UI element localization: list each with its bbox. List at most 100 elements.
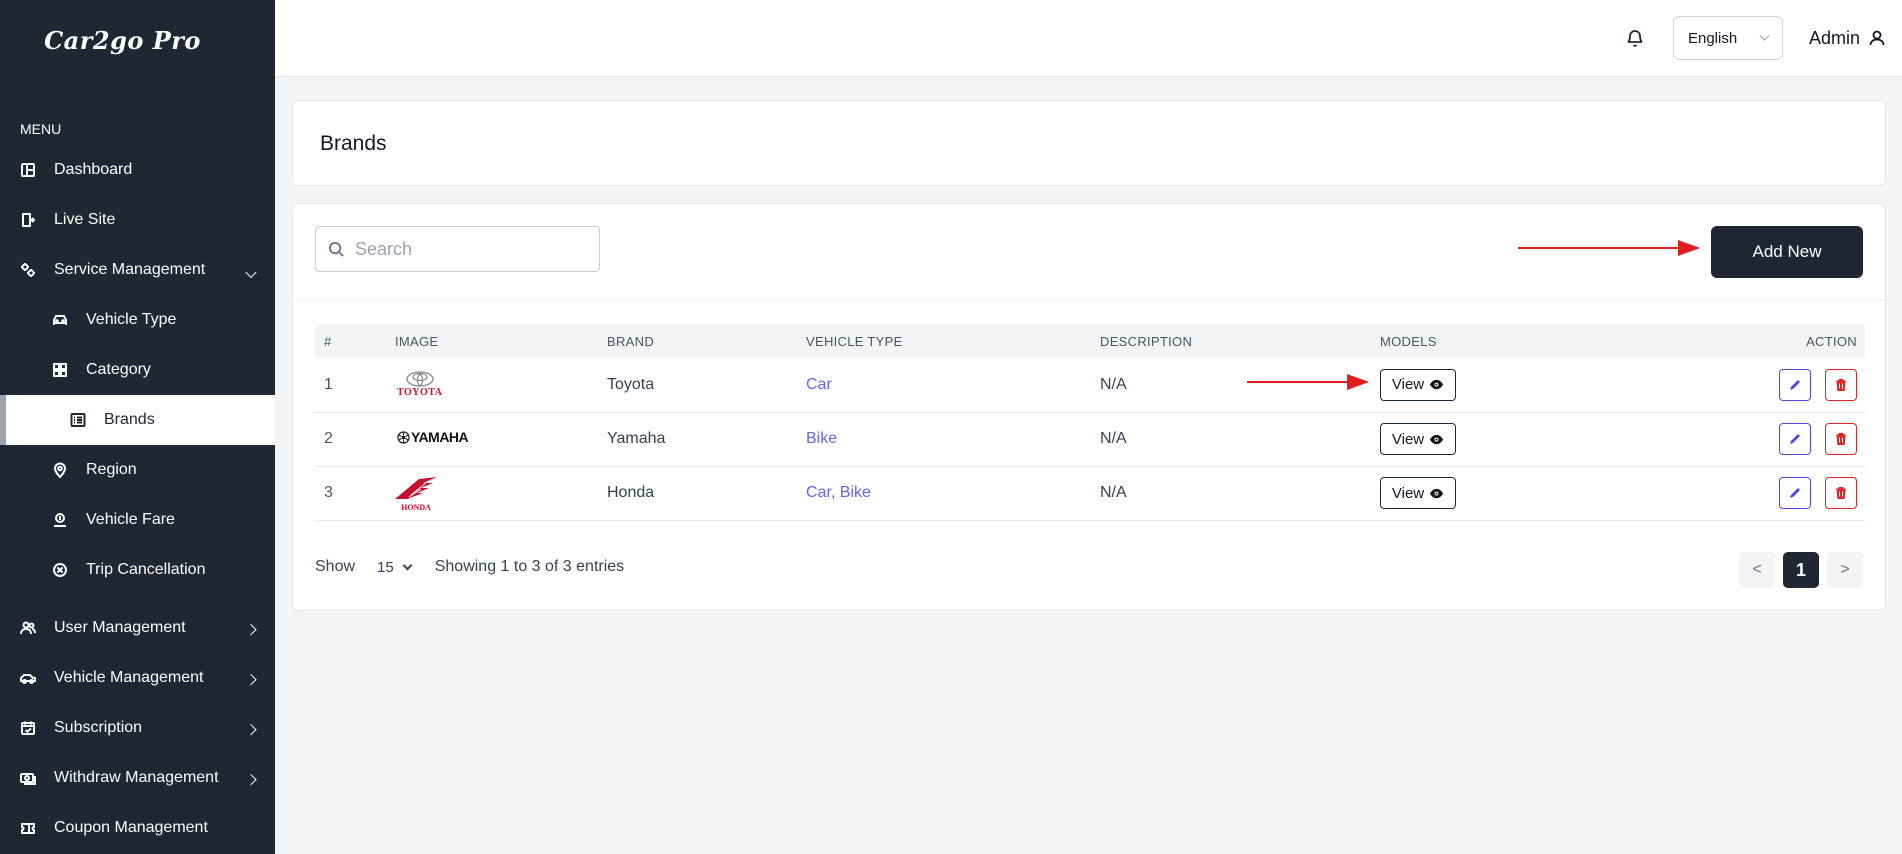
sidebar-item-trip-cancellation[interactable]: Trip Cancellation bbox=[0, 545, 275, 595]
sidebar-item-coupon-management[interactable]: Coupon Management bbox=[0, 803, 275, 853]
language-select[interactable]: English bbox=[1672, 16, 1783, 60]
money-hand-icon bbox=[52, 512, 68, 528]
sidebar-item-label: Vehicle Fare bbox=[86, 511, 175, 528]
column-header-brand: BRAND bbox=[607, 333, 655, 349]
table-row: 2 YAMAHA Yamaha Bike N/A View bbox=[315, 412, 1865, 466]
delete-button[interactable] bbox=[1825, 423, 1857, 455]
chevron-down-icon bbox=[1759, 30, 1770, 41]
brand-name: Yamaha bbox=[607, 430, 666, 447]
yamaha-wordmark: YAMAHA bbox=[411, 429, 469, 446]
models-cell: View bbox=[1380, 412, 1680, 466]
sidebar-item-dashboard[interactable]: Dashboard bbox=[0, 145, 275, 195]
toyota-wordmark: TOYOTA bbox=[397, 387, 443, 399]
column-header-index: # bbox=[324, 333, 332, 349]
map-pin-icon bbox=[52, 462, 68, 478]
sidebar-item-label: Brands bbox=[104, 411, 155, 428]
prev-page-button[interactable]: < bbox=[1739, 552, 1775, 588]
delete-button[interactable] bbox=[1825, 477, 1857, 509]
brand-image-cell: TOYOTA bbox=[395, 358, 607, 412]
brand-image-cell: YAMAHA bbox=[395, 412, 607, 466]
table-row: 1 TOYOTA Toyota Car N/A View bbox=[315, 358, 1865, 412]
sidebar-item-withdraw-management[interactable]: Withdraw Management bbox=[0, 753, 275, 803]
search-input[interactable] bbox=[355, 238, 585, 260]
app-logo[interactable]: Car2go Pro bbox=[0, 0, 275, 80]
door-exit-icon bbox=[20, 212, 36, 228]
sidebar-item-label: Subscription bbox=[54, 719, 143, 736]
view-label: View bbox=[1391, 376, 1425, 394]
dashboard-icon bbox=[20, 162, 36, 178]
edit-button[interactable] bbox=[1778, 477, 1811, 509]
action-cell bbox=[1680, 466, 1865, 520]
yamaha-logo: YAMAHA bbox=[397, 429, 469, 446]
chevron-right-icon bbox=[245, 673, 257, 686]
sidebar-item-label: User Management bbox=[54, 619, 186, 636]
user-menu[interactable]: Admin bbox=[1809, 28, 1886, 49]
page-1-button[interactable]: 1 bbox=[1783, 552, 1819, 588]
search-box bbox=[315, 226, 600, 272]
annotation-arrow-view-models bbox=[1247, 374, 1369, 390]
user-icon bbox=[1869, 30, 1885, 46]
sidebar-item-label: Withdraw Management bbox=[54, 769, 219, 786]
sidebar-item-label: Vehicle Management bbox=[54, 669, 204, 686]
bell-icon[interactable] bbox=[1625, 28, 1645, 48]
sidebar-item-label: Region bbox=[86, 461, 137, 478]
column-header-description: DESCRIPTION bbox=[1100, 333, 1193, 349]
sidebar-item-vehicle-management[interactable]: Vehicle Management bbox=[0, 653, 275, 703]
gears-icon bbox=[20, 262, 36, 278]
grid-icon bbox=[52, 362, 68, 378]
sidebar-item-user-management[interactable]: User Management bbox=[0, 603, 275, 653]
row-index: 2 bbox=[324, 430, 333, 447]
sidebar-item-category[interactable]: Category bbox=[0, 345, 275, 395]
description: N/A bbox=[1100, 375, 1127, 393]
sidebar-item-vehicle-type[interactable]: Vehicle Type bbox=[0, 295, 275, 345]
sidebar-item-live-site[interactable]: Live Site bbox=[0, 195, 275, 245]
honda-logo: HONDA bbox=[393, 475, 439, 512]
toyota-emblem-icon bbox=[406, 371, 434, 387]
page-header-card: Brands bbox=[292, 100, 1886, 186]
chevron-right-icon bbox=[245, 623, 257, 636]
description: N/A bbox=[1100, 484, 1127, 501]
delete-button[interactable] bbox=[1825, 368, 1857, 401]
cancel-circle-icon bbox=[52, 562, 68, 578]
pagination: < 1 > bbox=[1731, 552, 1863, 588]
page-title: Brands bbox=[320, 132, 387, 155]
brand-image-cell: HONDA bbox=[395, 466, 607, 520]
view-label: View bbox=[1391, 430, 1425, 448]
table-footer: Show 15 Showing 1 to 3 of 3 entries < 1 … bbox=[315, 552, 1863, 588]
brands-table: # IMAGE BRAND VEHICLE TYPE DESCRIPTION M… bbox=[315, 324, 1865, 521]
edit-button[interactable] bbox=[1778, 423, 1811, 455]
pencil-icon bbox=[1789, 379, 1800, 390]
sidebar-item-brands[interactable]: Brands bbox=[0, 395, 275, 445]
sidebar-item-region[interactable]: Region bbox=[0, 445, 275, 495]
calendar-check-icon bbox=[20, 720, 36, 736]
view-models-button[interactable]: View bbox=[1380, 368, 1456, 401]
column-header-vehicle-type: VEHICLE TYPE bbox=[806, 333, 903, 349]
action-cell bbox=[1680, 358, 1865, 412]
add-new-button[interactable]: Add New bbox=[1711, 226, 1863, 278]
car-side-icon bbox=[20, 670, 36, 686]
sidebar-item-label: Trip Cancellation bbox=[86, 561, 206, 578]
column-header-models: MODELS bbox=[1380, 333, 1437, 349]
column-header-image: IMAGE bbox=[395, 333, 439, 349]
view-models-button[interactable]: View bbox=[1380, 477, 1456, 509]
per-page-select[interactable]: 15 bbox=[377, 559, 413, 576]
row-index: 1 bbox=[324, 375, 333, 393]
top-bar: English Admin bbox=[275, 0, 1902, 77]
vehicle-type: Bike bbox=[806, 430, 838, 447]
action-cell bbox=[1680, 412, 1865, 466]
toyota-logo: TOYOTA bbox=[397, 371, 442, 398]
eye-icon bbox=[1430, 380, 1444, 390]
yamaha-emblem-icon bbox=[397, 431, 410, 444]
brand-name: Honda bbox=[607, 484, 655, 501]
table-row: 3 HONDA Honda Car, Bike N/A View bbox=[315, 466, 1865, 520]
sidebar-nav: Dashboard Live Site Service Management V… bbox=[0, 145, 275, 853]
sidebar-item-subscription[interactable]: Subscription bbox=[0, 703, 275, 753]
next-page-button[interactable]: > bbox=[1827, 552, 1863, 588]
column-header-action: ACTION bbox=[1806, 333, 1857, 349]
users-icon bbox=[20, 620, 36, 636]
view-models-button[interactable]: View bbox=[1380, 423, 1456, 455]
sidebar-item-vehicle-fare[interactable]: Vehicle Fare bbox=[0, 495, 275, 545]
edit-button[interactable] bbox=[1778, 368, 1811, 401]
sidebar-item-service-management[interactable]: Service Management bbox=[0, 245, 275, 295]
eye-icon bbox=[1430, 434, 1444, 444]
